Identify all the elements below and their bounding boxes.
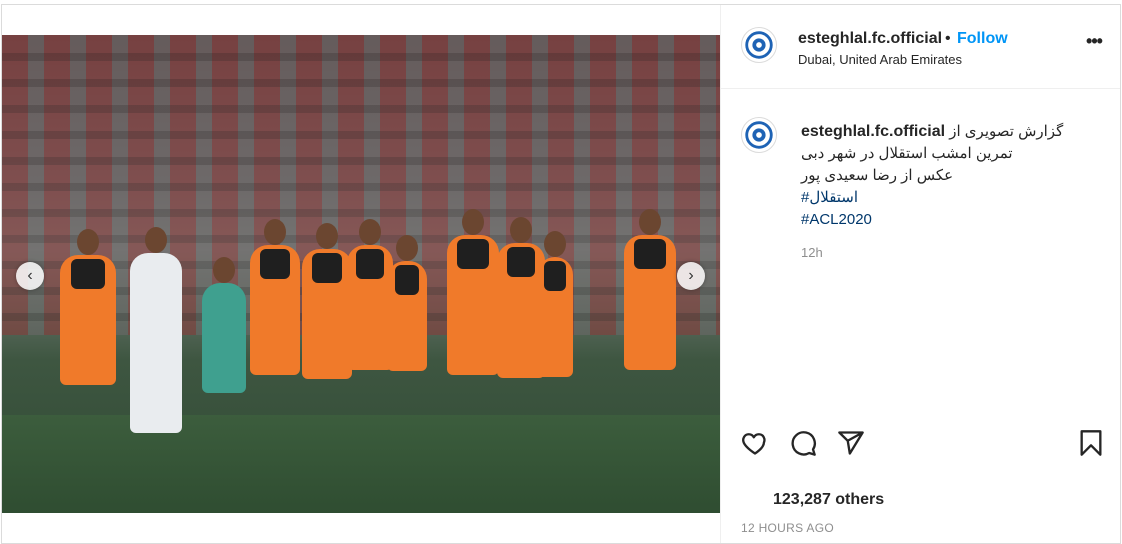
heart-icon — [742, 433, 766, 455]
player — [130, 227, 182, 433]
bookmark-icon — [1080, 430, 1102, 456]
club-logo-icon — [742, 118, 776, 152]
caption-line-3: عکس از رضا سعیدی پور — [801, 167, 954, 184]
caption-line-1: گزارش تصویری از — [949, 123, 1064, 140]
avatar[interactable] — [741, 27, 777, 63]
post-card: ‹ › esteghlal.fc.official • Follow Dubai… — [1, 4, 1121, 544]
post-timestamp[interactable]: 12 HOURS AGO — [741, 521, 834, 535]
caption-time: 12h — [801, 245, 823, 260]
post-side-panel: esteghlal.fc.official • Follow Dubai, Un… — [720, 5, 1120, 543]
post-username[interactable]: esteghlal.fc.official — [798, 30, 942, 48]
club-logo-icon — [742, 28, 776, 62]
player — [60, 229, 116, 385]
separator-dot: • — [945, 30, 951, 47]
player — [537, 231, 573, 377]
post-location[interactable]: Dubai, United Arab Emirates — [798, 52, 962, 67]
caption-avatar[interactable] — [741, 117, 777, 153]
player — [250, 219, 300, 375]
share-icon — [838, 431, 864, 455]
pitch — [2, 415, 720, 513]
hashtag-link[interactable]: #ACL2020 — [801, 209, 1101, 231]
player — [624, 209, 676, 370]
player — [447, 209, 499, 375]
player — [302, 223, 352, 379]
chevron-right-icon: › — [688, 267, 694, 284]
caption-username[interactable]: esteghlal.fc.official — [801, 123, 945, 140]
likes-count[interactable]: 123,287 others — [773, 491, 884, 509]
comment-icon — [791, 431, 816, 456]
share-button[interactable] — [837, 429, 865, 457]
more-options-icon[interactable]: ••• — [1085, 32, 1103, 55]
comment-button[interactable] — [789, 429, 817, 457]
caption-block: esteghlal.fc.official گزارش تصویری از تم… — [721, 89, 1121, 419]
hashtag-link[interactable]: #استقلال — [801, 187, 1101, 209]
carousel-next-button[interactable]: › — [677, 262, 705, 290]
action-bar — [721, 417, 1121, 467]
post-photo[interactable] — [2, 35, 720, 513]
save-button[interactable] — [1077, 429, 1105, 457]
post-header: esteghlal.fc.official • Follow Dubai, Un… — [721, 5, 1120, 89]
chevron-left-icon: ‹ — [27, 267, 33, 284]
like-button[interactable] — [741, 429, 769, 457]
follow-button[interactable]: Follow — [957, 30, 1008, 48]
player — [387, 235, 427, 371]
caption-text: esteghlal.fc.official گزارش تصویری از تم… — [801, 121, 1101, 231]
carousel-prev-button[interactable]: ‹ — [16, 262, 44, 290]
caption-line-2: تمرین امشب استقلال در شهر دبی — [801, 145, 1013, 162]
player — [202, 257, 246, 393]
post-media: ‹ › — [2, 5, 720, 543]
